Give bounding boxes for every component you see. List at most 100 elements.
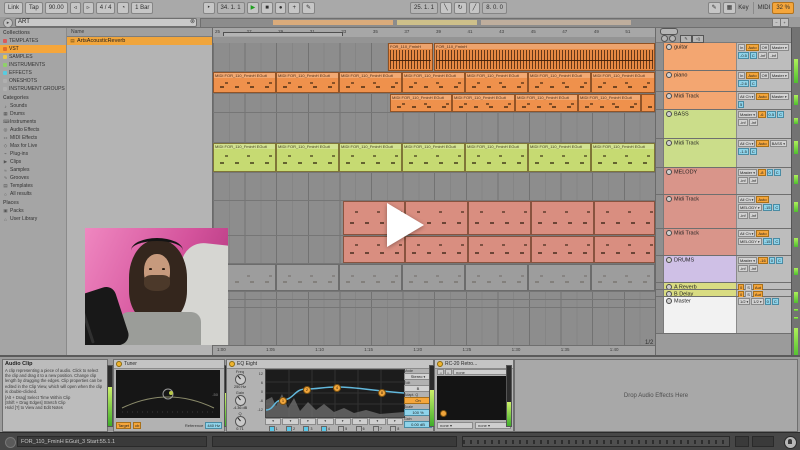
midi-clip[interactable] bbox=[528, 264, 591, 291]
band-filter-dropdown[interactable]: ▾ bbox=[282, 418, 299, 425]
rc20-title-bar[interactable]: RC-20 Retro... bbox=[435, 360, 513, 369]
sidebar-item-collection[interactable]: ONESHOTS bbox=[0, 77, 66, 85]
sidebar-item-category[interactable]: ⌁ Plug-ins bbox=[0, 150, 66, 158]
eq-title-bar[interactable]: EQ Eight bbox=[227, 360, 433, 369]
device-drop-area[interactable]: Drop Audio Effects Here bbox=[514, 359, 798, 432]
midi-clip[interactable] bbox=[594, 236, 655, 263]
time-signature-field[interactable]: 4 / 4 bbox=[95, 2, 116, 14]
tuner-cb-button[interactable]: cb bbox=[133, 422, 142, 429]
record-arm-icon[interactable] bbox=[666, 111, 672, 117]
midi-clip[interactable]: MIDI FOR_110_FminH EGuit bbox=[528, 143, 591, 172]
midi-clip[interactable] bbox=[276, 264, 339, 291]
eq-band-node[interactable]: 1 bbox=[279, 397, 287, 405]
mixer-chip[interactable]: -0.5 bbox=[738, 52, 749, 59]
sidebar-item-collection[interactable]: INSTRUMENT GROUPS bbox=[0, 85, 66, 93]
mixer-chip[interactable]: Off bbox=[759, 44, 769, 51]
arrangement-position-field[interactable]: 34. 1. 1 bbox=[216, 2, 245, 14]
record-button[interactable]: ● bbox=[274, 2, 287, 14]
mixer-chip[interactable]: -inf bbox=[738, 212, 748, 219]
sidebar-item-category[interactable]: ≈ Samples bbox=[0, 166, 66, 174]
band-filter-dropdown[interactable]: ▾ bbox=[265, 418, 282, 425]
preview-play-icon[interactable]: ▸ bbox=[3, 18, 13, 28]
sidebar-item-category[interactable]: ▶ Clips bbox=[0, 158, 66, 166]
play-button[interactable]: ▶ bbox=[246, 2, 260, 14]
mixer-chip[interactable]: -inf bbox=[738, 265, 748, 272]
track-header-melody[interactable]: MELODY Master-80C -inf-inf bbox=[656, 168, 791, 195]
band-filter-dropdown[interactable]: ▾ bbox=[351, 418, 369, 425]
mixer-chip[interactable]: Auto bbox=[746, 72, 759, 79]
draw-toggle-icon[interactable]: ✎ bbox=[680, 35, 692, 43]
mixer-chip[interactable]: -inf bbox=[757, 52, 768, 59]
mixer-chip[interactable]: C bbox=[775, 257, 783, 264]
mixer-chip[interactable]: In bbox=[738, 44, 746, 51]
track-name[interactable]: DRUMS bbox=[664, 256, 736, 282]
mixer-chip[interactable]: -inf bbox=[738, 177, 748, 184]
track-name[interactable]: MELODY bbox=[664, 168, 736, 194]
track-header-midi-track[interactable]: Midi Track All ChAutoMELODY-15C bbox=[656, 229, 791, 256]
mixer-chip[interactable]: -16 bbox=[757, 257, 768, 264]
mixer-chip[interactable]: 1/2 bbox=[751, 298, 764, 305]
mixer-chip[interactable]: Auto bbox=[756, 140, 769, 147]
midi-clip[interactable]: MIDI FOR_110_FminH EGuit bbox=[452, 94, 515, 112]
midi-clip[interactable]: MIDI FOR_110_FminH EGuit bbox=[213, 143, 276, 172]
control-value[interactable]: B bbox=[404, 385, 432, 392]
midi-clip[interactable]: MIDI FOR_110_FminH EGuit bbox=[213, 72, 276, 93]
mixer-chip[interactable]: -inf bbox=[748, 119, 759, 126]
nudge-down-button[interactable]: ◃ bbox=[69, 2, 81, 14]
loop-start-field[interactable]: 25. 1. 1 bbox=[410, 2, 439, 14]
midi-clip[interactable]: MIDI FOR_110_FminH EGuit bbox=[591, 143, 655, 172]
track-header-bass[interactable]: BASS Master-60.5C -inf-inf bbox=[656, 110, 791, 139]
file-list-item[interactable]: ▤ ArtsAcousticReverb bbox=[67, 37, 212, 45]
track-name[interactable]: Midi Track bbox=[664, 229, 736, 255]
track-name[interactable]: Midi Track bbox=[664, 195, 736, 228]
track-header-drums[interactable]: DRUMS Master-160C -inf-inf bbox=[656, 256, 791, 283]
sidebar-item-category[interactable]: ◎ Audio Effects bbox=[0, 126, 66, 134]
mixer-chip[interactable]: -1.5 bbox=[738, 148, 749, 155]
mixer-chip[interactable]: All Ch bbox=[738, 93, 756, 100]
eq-graph[interactable]: 1 2 4 8 bbox=[265, 369, 405, 418]
tempo-field[interactable]: 90.00 bbox=[44, 2, 68, 14]
time-ruler[interactable]: 1:00 1:05 1:10 1:15 1:20 1:25 1:30 1:35 1:40 bbox=[213, 345, 655, 355]
track-header-master[interactable]: Master1/21/20C bbox=[656, 297, 791, 334]
midi-clip[interactable] bbox=[339, 264, 402, 291]
mixer-chip[interactable]: C bbox=[749, 52, 757, 59]
mixer-chip[interactable]: -2.6 bbox=[738, 80, 749, 87]
audio-clip[interactable]: FOR_110_FminH bbox=[388, 43, 433, 71]
reference-value[interactable]: 440 Hz bbox=[205, 422, 222, 429]
next-preset-button[interactable]: ▹ bbox=[445, 369, 452, 375]
track-crop-handle[interactable] bbox=[656, 92, 664, 109]
sidebar-item-category[interactable]: ∿ Grooves bbox=[0, 174, 66, 182]
mixer-chip[interactable]: Master bbox=[769, 44, 789, 51]
eq-knob-freq[interactable]: Freq 250 Hz bbox=[228, 369, 252, 389]
eq-band-node[interactable]: 4 bbox=[333, 384, 341, 392]
mixer-chip[interactable]: -6 bbox=[757, 111, 766, 118]
track-name[interactable]: B Delay bbox=[664, 290, 736, 296]
overdub-button[interactable]: + bbox=[288, 2, 300, 14]
record-arm-icon[interactable] bbox=[666, 44, 672, 50]
sidebar-item-collection[interactable]: TEMPLATES bbox=[0, 37, 66, 45]
mixer-chip[interactable]: -inf bbox=[748, 265, 759, 272]
sidebar-item-place[interactable]: ▣ Packs bbox=[0, 207, 66, 215]
track-name[interactable]: piano bbox=[664, 71, 736, 91]
knob-dial[interactable] bbox=[234, 374, 246, 385]
sidebar-item-collection[interactable]: INSTRUMENTS bbox=[0, 61, 66, 69]
track-name[interactable]: guitar bbox=[664, 43, 736, 70]
sends-toggle-icon[interactable] bbox=[669, 35, 676, 42]
io-toggle-icon[interactable] bbox=[661, 35, 668, 42]
tap-tempo-button[interactable]: Tap bbox=[25, 2, 43, 14]
midi-clip[interactable]: MIDI FOR_110_FminH EGuit bbox=[528, 72, 591, 93]
knob-dial[interactable] bbox=[234, 416, 246, 427]
mixer-chip[interactable]: -inf bbox=[768, 52, 778, 59]
sidebar-item-collection[interactable]: EFFECTS bbox=[0, 69, 66, 77]
clear-search-icon[interactable]: ⊗ bbox=[190, 19, 195, 26]
sidebar-item-category[interactable]: ⌨ Instruments bbox=[0, 118, 66, 126]
track-header-midi-track[interactable]: Midi Track All ChAutoMELODY-15C -inf-inf bbox=[656, 195, 791, 229]
preset-name-field[interactable]: none bbox=[453, 369, 511, 375]
midi-clip[interactable] bbox=[465, 264, 528, 291]
mixer-chip[interactable]: Master bbox=[738, 111, 757, 118]
midi-clip[interactable]: MIDI FOR_110_FminH EGuit bbox=[578, 94, 641, 112]
time-selector-pill[interactable] bbox=[660, 28, 678, 35]
mixer-chip[interactable]: C bbox=[773, 238, 781, 245]
mixer-chip[interactable]: C bbox=[773, 204, 781, 211]
mixer-chip[interactable]: BASS bbox=[769, 140, 788, 147]
